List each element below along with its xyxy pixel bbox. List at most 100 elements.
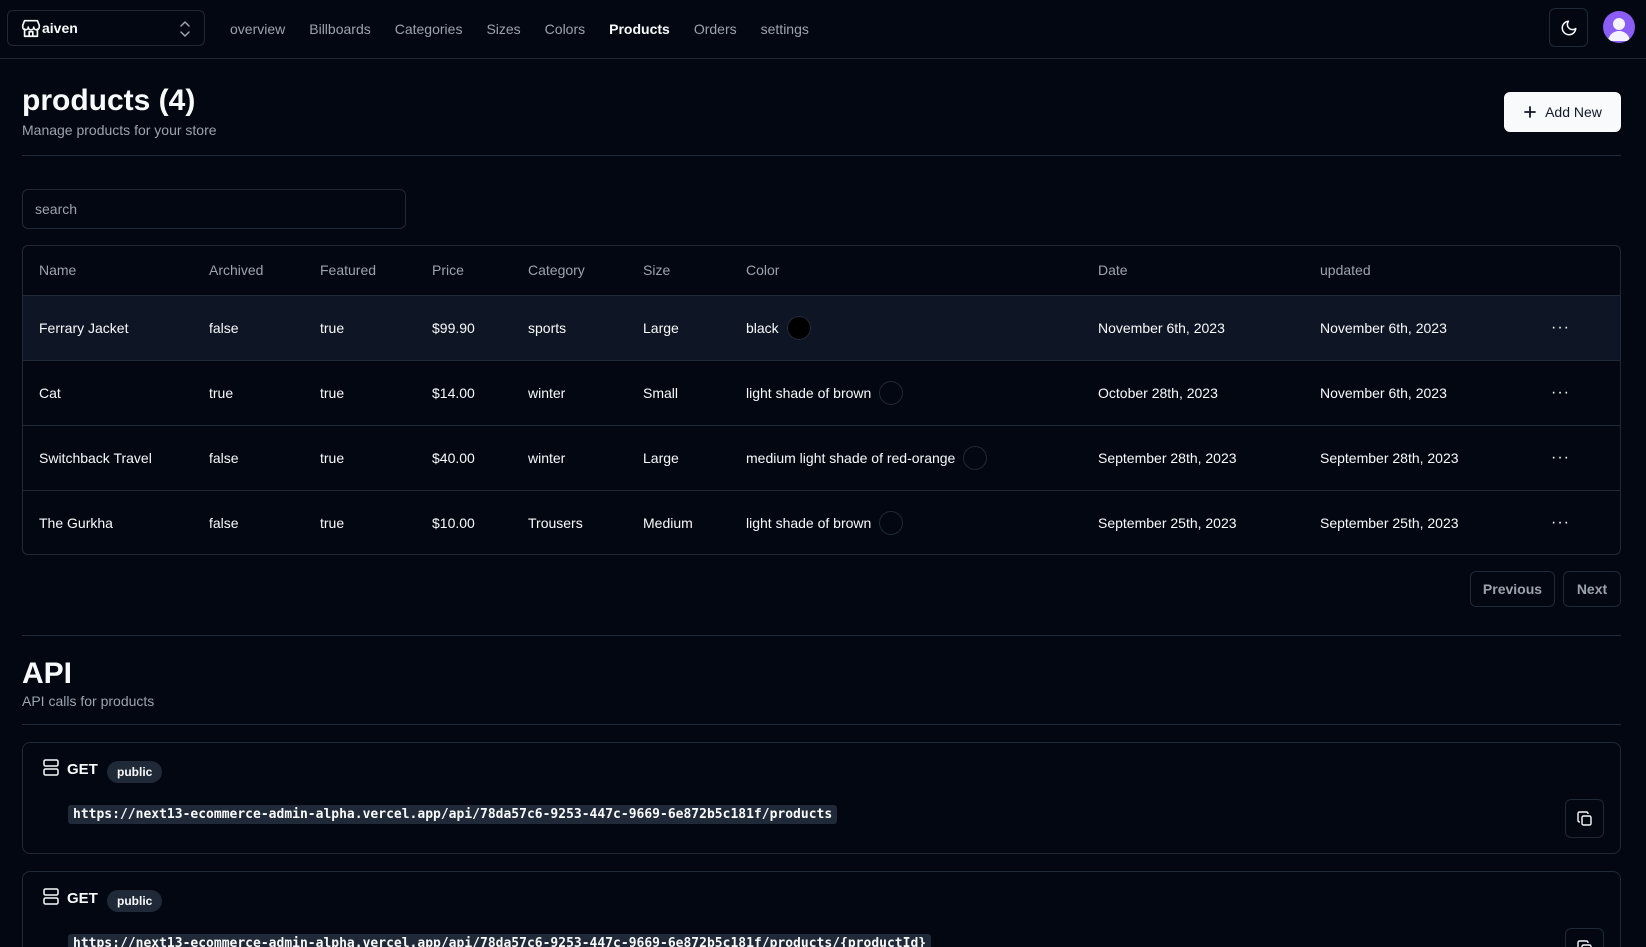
- cell-color: medium light shade of red-orange: [746, 425, 1098, 491]
- copy-url-button[interactable]: [1565, 928, 1604, 947]
- cell-date: November 6th, 2023: [1098, 295, 1320, 361]
- store-name: aiven: [42, 20, 78, 36]
- color-name: medium light shade of red-orange: [746, 449, 956, 466]
- cell-color: light shade of brown: [746, 360, 1098, 426]
- cell-updated: September 25th, 2023: [1320, 514, 1459, 531]
- color-swatch: [786, 315, 811, 340]
- user-icon: [1608, 18, 1630, 41]
- cell-category: winter: [528, 425, 643, 491]
- theme-toggle-button[interactable]: [1549, 8, 1588, 47]
- color-swatch: [879, 510, 904, 535]
- nav-sizes[interactable]: Sizes: [486, 21, 520, 37]
- cell-category: Trousers: [528, 514, 583, 531]
- table-row[interactable]: Switchback Travel false true $40.00 wint…: [23, 425, 1620, 491]
- server-icon: [43, 759, 59, 777]
- more-horizontal-icon: ···: [1551, 383, 1570, 401]
- row-actions-button[interactable]: ···: [1551, 360, 1620, 426]
- cell-color: light shade of brown: [746, 490, 1098, 554]
- cell-name: Switchback Travel: [23, 425, 209, 491]
- nav-settings[interactable]: settings: [761, 21, 809, 37]
- cell-archived: false: [209, 295, 320, 361]
- user-avatar[interactable]: [1603, 11, 1635, 43]
- cell-archived: false: [209, 514, 239, 531]
- column-header-archived: Archived: [209, 246, 320, 296]
- moon-icon: [1561, 20, 1576, 35]
- row-actions-button[interactable]: ···: [1551, 490, 1620, 554]
- cell-name: The Gurkha: [39, 514, 113, 531]
- store-icon: [20, 17, 42, 39]
- cell-size: Small: [643, 360, 746, 426]
- cell-featured: true: [320, 514, 345, 531]
- divider: [22, 635, 1621, 636]
- api-section-title: API: [22, 657, 73, 690]
- products-table: Name Archived Featured Price Category Si…: [22, 245, 1621, 555]
- cell-updated: November 6th, 2023: [1320, 360, 1551, 426]
- row-actions-button[interactable]: ···: [1551, 425, 1620, 491]
- nav-overview[interactable]: overview: [230, 21, 285, 37]
- cell-price: $99.90: [432, 295, 528, 361]
- column-header-date: Date: [1098, 246, 1320, 296]
- cell-updated: September 28th, 2023: [1320, 425, 1551, 491]
- previous-page-button[interactable]: Previous: [1470, 571, 1555, 607]
- plus-icon: [1524, 106, 1536, 118]
- copy-url-button[interactable]: [1565, 799, 1604, 838]
- page-subtitle: Manage products for your store: [22, 122, 217, 138]
- cell-price: $10.00: [432, 514, 475, 531]
- color-swatch: [879, 380, 904, 405]
- copy-icon: [1576, 810, 1592, 826]
- table-row[interactable]: Cat true true $14.00 winter Small light …: [23, 360, 1620, 426]
- api-url: https://next13-ecommerce-admin-alpha.ver…: [68, 934, 932, 947]
- cell-date: September 28th, 2023: [1098, 425, 1320, 491]
- more-horizontal-icon: ···: [1551, 318, 1570, 336]
- cell-date: September 25th, 2023: [1098, 514, 1237, 531]
- cell-name: Cat: [23, 360, 209, 426]
- add-new-button[interactable]: Add New: [1504, 92, 1621, 132]
- cell-archived: true: [209, 360, 320, 426]
- copy-icon: [1576, 939, 1592, 947]
- cell-name: Ferrary Jacket: [23, 295, 209, 361]
- nav-orders[interactable]: Orders: [694, 21, 737, 37]
- api-call-card: GET public https://next13-ecommerce-admi…: [22, 871, 1621, 947]
- column-header-category: Category: [528, 246, 643, 296]
- access-badge: public: [107, 761, 163, 783]
- row-actions-button[interactable]: ···: [1551, 295, 1620, 361]
- search-input[interactable]: [22, 189, 406, 229]
- access-badge: public: [107, 890, 163, 912]
- cell-price: $40.00: [432, 425, 528, 491]
- http-method: GET: [67, 761, 98, 778]
- api-section-subtitle: API calls for products: [22, 693, 155, 709]
- cell-price: $14.00: [432, 360, 528, 426]
- cell-color: black: [746, 295, 1098, 361]
- cell-size: Medium: [643, 514, 693, 531]
- cell-size: Large: [643, 425, 746, 491]
- table-row[interactable]: The Gurkha false true $10.00 Trousers Me…: [23, 490, 1620, 554]
- nav-categories[interactable]: Categories: [395, 21, 463, 37]
- color-name: light shade of brown: [746, 514, 872, 531]
- more-horizontal-icon: ···: [1551, 448, 1570, 466]
- cell-updated: November 6th, 2023: [1320, 295, 1551, 361]
- column-header-color: Color: [746, 246, 1098, 296]
- more-horizontal-icon: ···: [1551, 513, 1570, 531]
- store-switcher[interactable]: aiven: [7, 10, 205, 46]
- next-page-button[interactable]: Next: [1563, 571, 1621, 607]
- chevrons-up-down-icon: [178, 20, 192, 38]
- nav-products[interactable]: Products: [609, 21, 670, 37]
- table-row[interactable]: Ferrary Jacket false true $99.90 sports …: [23, 295, 1620, 361]
- nav-billboards[interactable]: Billboards: [309, 21, 370, 37]
- cell-archived: false: [209, 425, 320, 491]
- color-name: black: [746, 319, 779, 336]
- api-call-card: GET public https://next13-ecommerce-admi…: [22, 742, 1621, 854]
- nav-colors[interactable]: Colors: [545, 21, 585, 37]
- column-header-updated: updated: [1320, 246, 1551, 296]
- color-swatch: [963, 445, 988, 470]
- divider: [22, 724, 1621, 725]
- table-header-row: Name Archived Featured Price Category Si…: [23, 246, 1620, 296]
- cell-size: Large: [643, 295, 746, 361]
- cell-featured: true: [320, 425, 432, 491]
- main-nav: overview Billboards Categories Sizes Col…: [230, 0, 809, 57]
- http-method: GET: [67, 890, 98, 907]
- cell-featured: true: [320, 360, 432, 426]
- cell-category: sports: [528, 295, 643, 361]
- column-header-size: Size: [643, 246, 746, 296]
- add-new-label: Add New: [1545, 104, 1602, 120]
